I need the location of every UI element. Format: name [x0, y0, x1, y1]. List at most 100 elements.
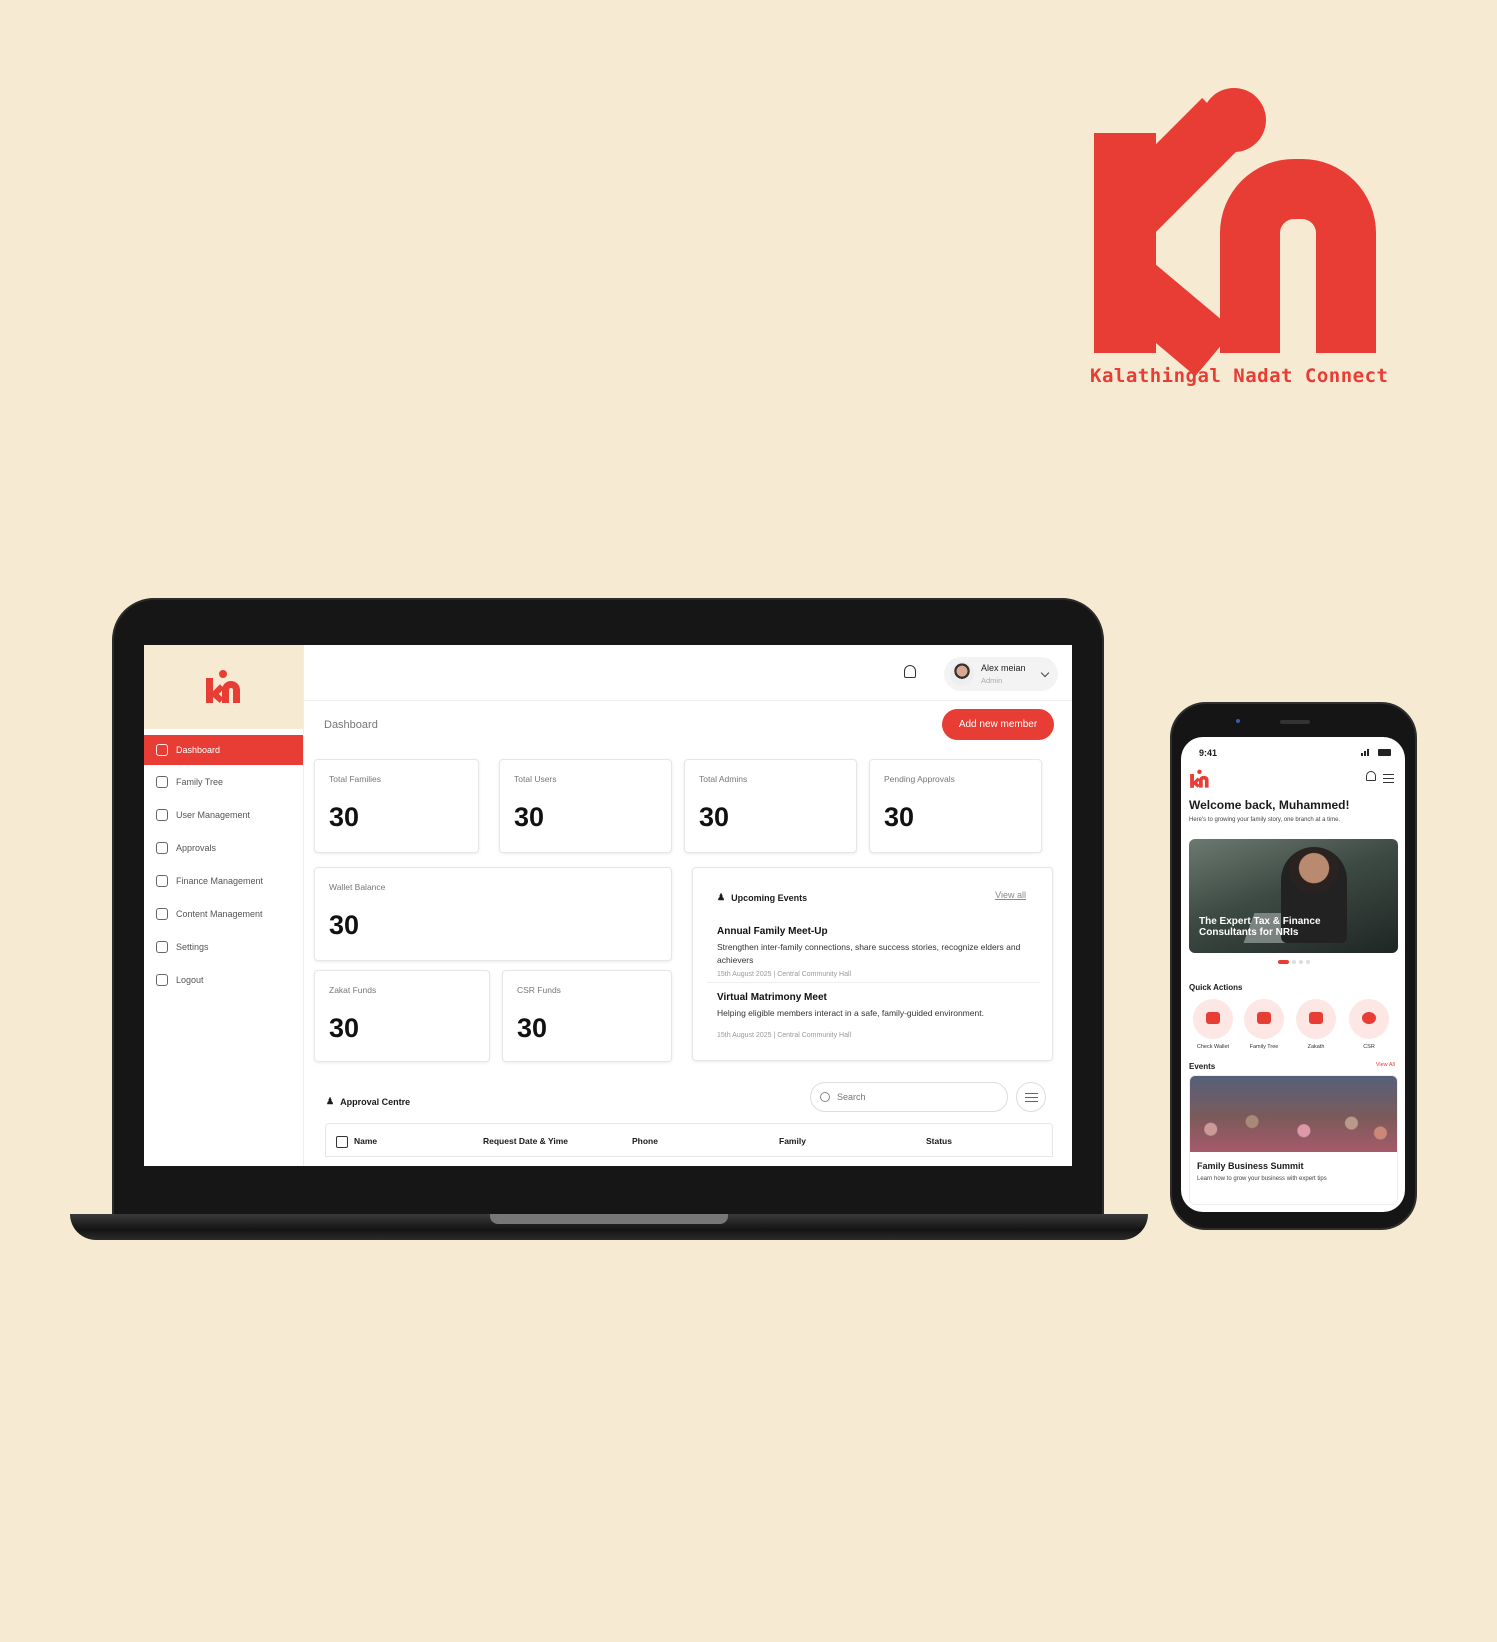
- app-logo[interactable]: [1189, 768, 1211, 790]
- stat-card-pending-approvals[interactable]: Pending Approvals 30: [869, 759, 1042, 853]
- user-menu[interactable]: Alex meian Admin: [944, 657, 1058, 691]
- quick-actions-title: Quick Actions: [1189, 983, 1243, 992]
- event-title: Annual Family Meet-Up: [717, 926, 828, 937]
- sidebar-item-content-management[interactable]: Content Management: [144, 897, 303, 930]
- quick-action-check-wallet[interactable]: Check Wallet: [1190, 999, 1236, 1050]
- logout-icon: [156, 973, 168, 986]
- events-view-all-link[interactable]: View all: [995, 890, 1026, 900]
- bell-icon[interactable]: [904, 665, 916, 678]
- event-description: Learn how to grow your business with exp…: [1197, 1176, 1327, 1182]
- stat-label: Zakat Funds: [329, 985, 377, 995]
- banner-text: The Expert Tax & Finance Consultants for…: [1199, 916, 1321, 938]
- stat-value: 30: [329, 910, 360, 940]
- events-view-all-link[interactable]: View All: [1376, 1062, 1395, 1068]
- wallet-icon: [1206, 1012, 1220, 1024]
- user-role: Admin: [981, 676, 1003, 685]
- events-header: ♟ Upcoming Events: [717, 892, 808, 903]
- stat-value: 30: [329, 802, 360, 832]
- welcome-subtitle: Here's to growing your family story, one…: [1189, 817, 1341, 823]
- users-icon: [156, 808, 168, 821]
- quick-action-family-tree[interactable]: Family Tree: [1241, 999, 1287, 1050]
- sidebar: Dashboard Family Tree User Management Ap…: [144, 645, 304, 1166]
- mobile-app-screen: 9:41 Welcome back, Muhammed! Here's to g…: [1181, 737, 1405, 1212]
- app-logo[interactable]: [204, 667, 244, 707]
- stat-label: Wallet Balance: [329, 882, 386, 892]
- upcoming-events-card: ♟ Upcoming Events View all Annual Family …: [692, 867, 1053, 1061]
- stat-card-total-users[interactable]: Total Users 30: [499, 759, 672, 853]
- stat-card-zakat-funds[interactable]: Zakat Funds 30: [314, 970, 490, 1062]
- stat-card-csr-funds[interactable]: CSR Funds 30: [502, 970, 672, 1062]
- tree-icon: [1257, 1012, 1271, 1024]
- event-meta: 15th August 2025 | Central Community Hal…: [717, 1032, 852, 1039]
- status-time: 9:41: [1199, 748, 1218, 758]
- event-image: [1190, 1076, 1397, 1152]
- stat-label: Total Users: [514, 774, 557, 784]
- sidebar-item-approvals[interactable]: Approvals: [144, 831, 303, 864]
- laptop-notch: [490, 1214, 728, 1224]
- table-header: Name Request Date & Yime Phone Family St…: [325, 1123, 1053, 1157]
- sidebar-item-logout[interactable]: Logout: [144, 963, 303, 996]
- event-title: Virtual Matrimony Meet: [717, 992, 827, 1003]
- heart-plus-icon: [1362, 1012, 1376, 1024]
- filter-button[interactable]: [1016, 1082, 1046, 1112]
- speaker: [1280, 720, 1310, 724]
- tree-icon: [156, 775, 168, 788]
- stat-label: Total Families: [329, 774, 381, 784]
- stat-value: 30: [329, 1013, 360, 1043]
- sidebar-nav: Dashboard Family Tree User Management Ap…: [144, 735, 303, 996]
- sidebar-item-finance-management[interactable]: Finance Management: [144, 864, 303, 897]
- grid-icon: [156, 744, 168, 756]
- stat-label: CSR Funds: [517, 985, 561, 995]
- gear-icon: [156, 940, 168, 953]
- user-name: Alex meian: [981, 663, 1026, 673]
- column-header-phone[interactable]: Phone: [632, 1136, 658, 1146]
- sidebar-item-settings[interactable]: Settings: [144, 930, 303, 963]
- promo-banner[interactable]: The Expert Tax & Finance Consultants for…: [1189, 839, 1398, 953]
- sidebar-item-family-tree[interactable]: Family Tree: [144, 765, 303, 798]
- stat-value: 30: [517, 1013, 548, 1043]
- sidebar-item-dashboard[interactable]: Dashboard: [144, 735, 303, 765]
- column-header-request-date[interactable]: Request Date & Yime: [483, 1136, 568, 1146]
- sidebar-logo-area: [144, 645, 303, 729]
- search-icon: [820, 1092, 830, 1102]
- add-new-member-button[interactable]: Add new member: [942, 709, 1054, 740]
- event-card[interactable]: Family Business Summit Learn how to grow…: [1189, 1075, 1398, 1205]
- stat-card-total-families[interactable]: Total Families 30: [314, 759, 479, 853]
- person-icon: ♟: [717, 892, 726, 902]
- event-description: Helping eligible members interact in a s…: [717, 1008, 984, 1018]
- quick-action-zakath[interactable]: Zakath: [1293, 999, 1339, 1050]
- event-description: Strengthen inter-family connections, sha…: [717, 942, 1021, 965]
- quick-action-csr[interactable]: CSR: [1346, 999, 1392, 1050]
- stat-card-wallet-balance[interactable]: Wallet Balance 30: [314, 867, 672, 961]
- sidebar-item-user-management[interactable]: User Management: [144, 798, 303, 831]
- bell-icon[interactable]: [1366, 771, 1376, 781]
- event-item[interactable]: Virtual Matrimony Meet Helping eligible …: [717, 992, 1035, 1039]
- stat-card-total-admins[interactable]: Total Admins 30: [684, 759, 857, 853]
- column-header-family[interactable]: Family: [779, 1136, 806, 1146]
- event-title: Family Business Summit: [1197, 1161, 1304, 1171]
- welcome-heading: Welcome back, Muhammed!: [1189, 798, 1350, 812]
- approval-centre-title: ♟ Approval Centre: [326, 1096, 411, 1107]
- search-input[interactable]: [810, 1082, 1008, 1112]
- hand-heart-icon: [1309, 1012, 1323, 1024]
- carousel-dots[interactable]: [1278, 960, 1310, 964]
- column-header-status[interactable]: Status: [926, 1136, 952, 1146]
- page-title: Dashboard: [324, 719, 378, 731]
- stat-label: Total Admins: [699, 774, 748, 784]
- menu-icon[interactable]: [1383, 774, 1394, 785]
- stat-value: 30: [884, 802, 915, 832]
- top-bar: Alex meian Admin: [304, 645, 1072, 701]
- admin-dashboard-screen: Dashboard Family Tree User Management Ap…: [144, 645, 1072, 1166]
- column-header-name[interactable]: Name: [354, 1136, 377, 1146]
- stat-value: 30: [699, 802, 730, 832]
- coins-icon: [156, 874, 168, 887]
- stat-value: 30: [514, 802, 545, 832]
- event-item[interactable]: Annual Family Meet-Up Strengthen inter-f…: [717, 926, 1035, 978]
- avatar: [950, 662, 974, 686]
- document-icon: [156, 907, 168, 920]
- event-meta: 15th August 2025 | Central Community Hal…: [717, 971, 852, 978]
- person-icon: ♟: [326, 1096, 335, 1106]
- gavel-icon: [156, 841, 168, 854]
- select-all-checkbox[interactable]: [336, 1136, 348, 1148]
- camera: [1236, 719, 1240, 723]
